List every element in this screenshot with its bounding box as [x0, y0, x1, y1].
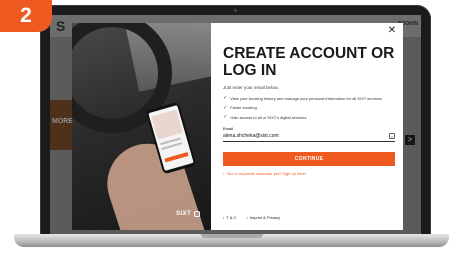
hero-photo: SIXT [72, 23, 211, 230]
chevron-right-icon: › [223, 215, 225, 220]
check-icon: ✓ [223, 114, 228, 120]
email-value[interactable]: alena.shcheka@sixt.com [223, 133, 279, 139]
login-modal: SIXT ✕ CREATE ACCOUNT OR LOG IN Just ent… [72, 23, 403, 230]
benefit-text: View your booking history and manage you… [230, 95, 382, 101]
check-icon: ✓ [223, 95, 228, 101]
photo-brand-text: SIXT [176, 211, 192, 217]
check-icon: ✓ [223, 104, 228, 111]
continue-button[interactable]: CONTINUE [223, 152, 395, 166]
laptop-notch [201, 234, 263, 238]
phone-map [151, 109, 183, 140]
step-badge: 2 [0, 0, 52, 32]
imprint-link[interactable]: › Imprint & Privacy [247, 215, 281, 220]
chevron-right-icon: › [223, 171, 225, 176]
terms-link[interactable]: › T & C [223, 215, 237, 220]
signup-link[interactable]: › Not a corporate customer yet? Sign up … [223, 171, 395, 176]
benefit-text: Gain access to all of SIXT's digital ser… [230, 114, 307, 120]
modal-title: CREATE ACCOUNT OR LOG IN [223, 45, 395, 79]
camera-dot [234, 9, 237, 12]
login-form: ✕ CREATE ACCOUNT OR LOG IN Just enter yo… [211, 23, 403, 230]
laptop-lid: S BOOKIN MORE > SIXT ✕ CREATE ACCOUNT OR… [40, 5, 431, 237]
photo-brand: SIXT [176, 211, 201, 217]
modal-subtitle: Just enter your email below. [223, 85, 279, 90]
email-label: Email [223, 127, 234, 131]
laptop-base [14, 234, 449, 247]
chevron-right-icon: › [246, 215, 248, 220]
clear-input-icon[interactable]: × [389, 133, 395, 139]
signup-text[interactable]: Not a corporate customer yet? Sign up he… [227, 171, 306, 176]
imprint-link-text[interactable]: Imprint & Privacy [250, 215, 280, 220]
laptop-screen: S BOOKIN MORE > SIXT ✕ CREATE ACCOUNT OR… [50, 15, 421, 237]
benefits-list: ✓ View your booking history and manage yo… [223, 95, 395, 120]
email-field[interactable]: alena.shcheka@sixt.com × [223, 133, 395, 142]
benefit-item: ✓ Faster booking [223, 105, 395, 111]
benefit-item: ✓ Gain access to all of SIXT's digital se… [223, 114, 395, 120]
benefit-item: ✓ View your booking history and manage yo… [223, 95, 395, 101]
footer-links: › T & C › Imprint & Privacy [223, 215, 280, 220]
benefit-text: Faster booking [230, 105, 257, 110]
terms-link-text[interactable]: T & C [226, 215, 236, 220]
close-icon[interactable]: ✕ [387, 26, 397, 36]
phone-cta-bar [164, 151, 189, 163]
instagram-icon [194, 211, 201, 217]
